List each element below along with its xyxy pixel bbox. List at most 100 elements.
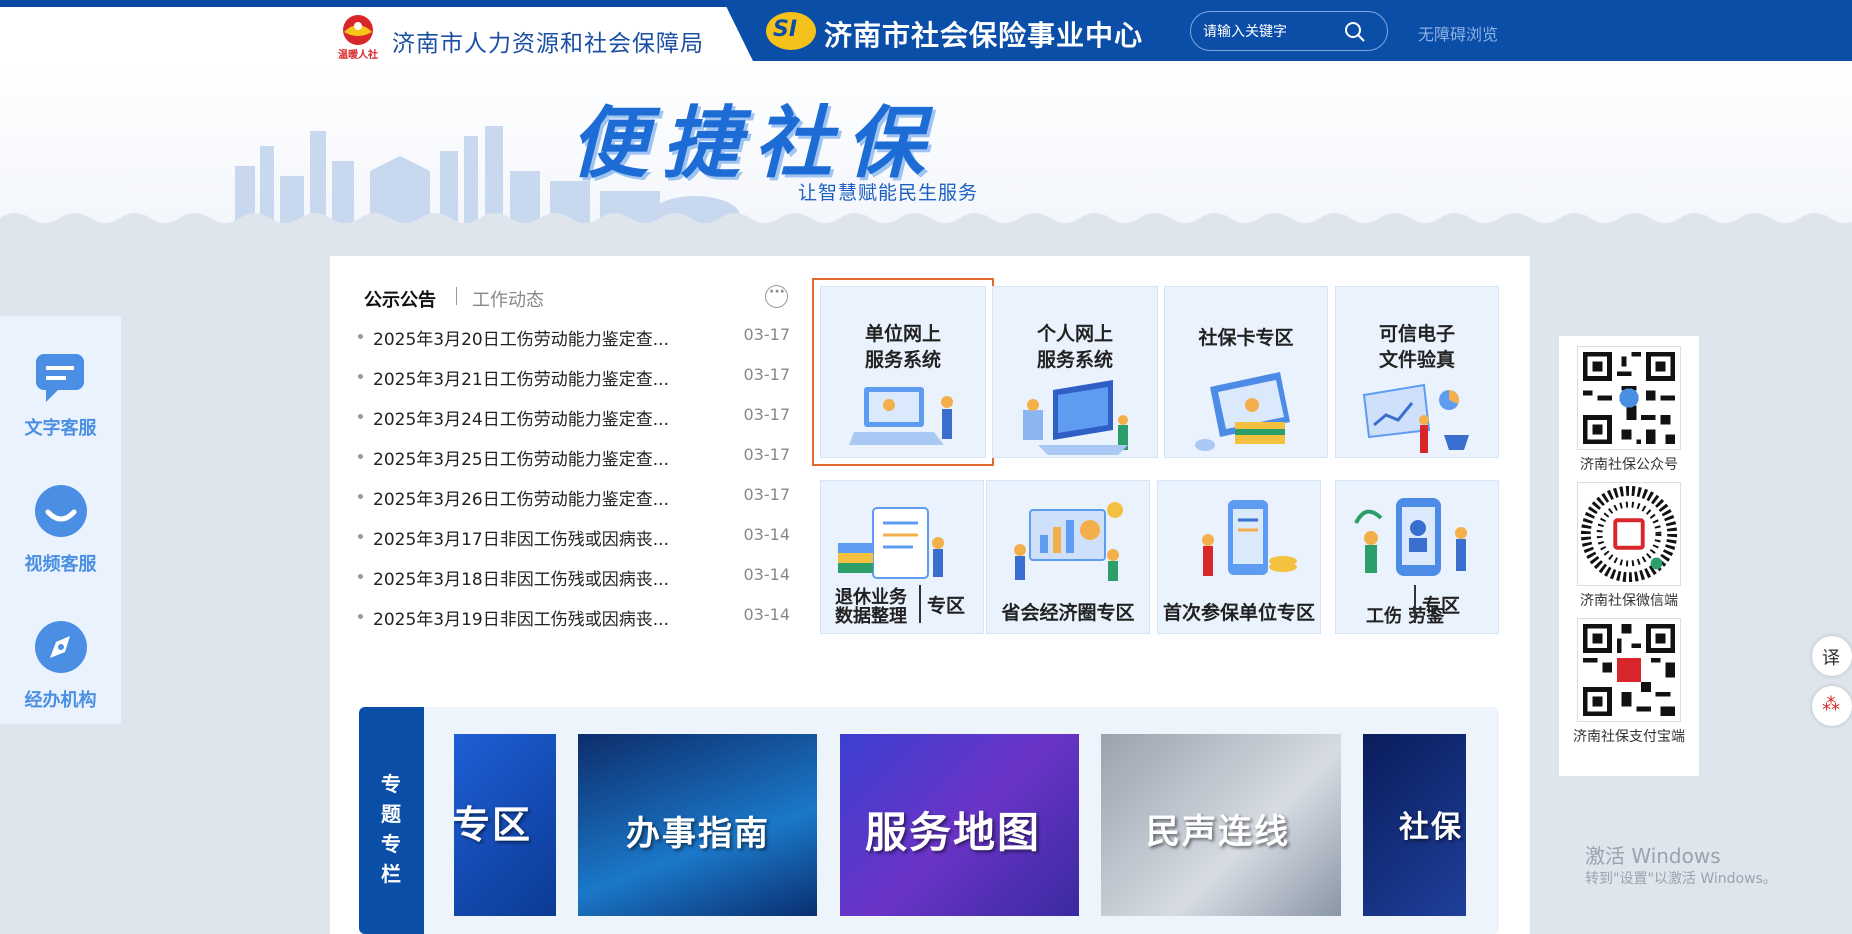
laptop-people-icon <box>849 387 953 445</box>
news-title: 2025年3月18日非因工伤残或因病丧... <box>373 570 669 590</box>
windows-activation-title: 激活 Windows <box>1585 844 1721 868</box>
text-service-label: 文字客服 <box>24 418 97 439</box>
topic-card-social[interactable]: 社保 <box>1363 734 1466 916</box>
right-qr-float: 济南社保公众号 济南社保微信端 济南社保支付宝端 <box>1559 336 1699 776</box>
logo-text: 温暖人社 <box>338 48 378 61</box>
news-title: 2025年3月25日工伤劳动能力鉴定查... <box>373 450 669 470</box>
phone-doctor-icon <box>1354 498 1467 576</box>
agencies-label: 经办机构 <box>24 690 97 711</box>
news-date: 03-17 <box>743 485 791 504</box>
news-date: 03-17 <box>743 325 791 344</box>
search-input[interactable] <box>1203 21 1343 43</box>
news-title: 2025年3月17日非因工伤残或因病丧... <box>373 530 669 550</box>
translate-icon: 译 <box>1822 648 1840 669</box>
dashboard-people-icon <box>1014 502 1123 581</box>
tile-label: 单位网上 服务系统 <box>864 323 941 371</box>
news-item[interactable]: 2025年3月20日工伤劳动能力鉴定查... 03-17 <box>358 322 790 362</box>
qr-label: 济南社保公众号 <box>1580 457 1678 473</box>
compass-icon <box>35 621 87 673</box>
translate-tool-button[interactable]: 译 <box>1812 636 1852 676</box>
banner-subtitle: 让智慧赋能民生服务 <box>798 182 979 204</box>
tile-provincial-economic-zone[interactable]: 省会经济圈专区 <box>986 480 1150 634</box>
search-icon[interactable] <box>1343 20 1367 44</box>
news-item[interactable]: 2025年3月21日工伤劳动能力鉴定查... 03-17 <box>358 362 790 402</box>
text-service-button[interactable]: 文字客服 <box>0 328 121 448</box>
topic-card-zone[interactable]: 专区 <box>454 734 556 916</box>
top-header: 温暖人社 济南市人力资源和社会保障局 SI 济南市社会保险事业中心 无障碍浏览 <box>0 0 1852 61</box>
news-date: 03-17 <box>743 365 791 384</box>
laptop-chart-icon <box>1362 383 1469 453</box>
news-date: 03-14 <box>743 565 791 584</box>
topic-label: 办事指南 <box>626 814 770 854</box>
qr-code-icon[interactable] <box>1577 346 1681 450</box>
tile-divider <box>919 585 921 623</box>
tile-first-insured-unit[interactable]: 首次参保单位专区 <box>1157 480 1321 634</box>
si-logo-icon: SI <box>766 12 816 50</box>
news-item[interactable]: 2025年3月24日工伤劳动能力鉴定查... 03-17 <box>358 402 790 442</box>
phone-coins-icon <box>1202 500 1297 576</box>
banner-title: 便捷社保 <box>570 98 939 189</box>
network-icon: ⁂ <box>1822 694 1840 715</box>
tile-label-left: 退休业务 数据整理 <box>835 587 907 627</box>
topic-card-service-map[interactable]: 服务地图 <box>840 734 1079 916</box>
tab-separator <box>456 287 457 305</box>
news-item[interactable]: 2025年3月19日非因工伤残或因病丧... 03-14 <box>358 602 790 642</box>
news-title: 2025年3月20日工伤劳动能力鉴定查... <box>373 330 669 350</box>
agencies-button[interactable]: 经办机构 <box>0 600 121 720</box>
news-title: 2025年3月24日工伤劳动能力鉴定查... <box>373 410 669 430</box>
topics-label: 专题专栏 <box>381 772 401 886</box>
tile-label: 个人网上 服务系统 <box>1036 323 1113 371</box>
topic-card-hotline[interactable]: 民声连线 <box>1101 734 1341 916</box>
tile-social-card[interactable]: 社保卡专区 <box>1164 286 1328 458</box>
qr-label: 济南社保支付宝端 <box>1573 729 1685 745</box>
news-list: 2025年3月20日工伤劳动能力鉴定查... 03-17 2025年3月21日工伤… <box>358 322 790 642</box>
video-chat-icon <box>35 485 87 537</box>
banner: 便捷社保 让智慧赋能民生服务 <box>0 61 1852 226</box>
tab-announcements[interactable]: 公示公告 <box>364 286 436 312</box>
tile-trusted-e-file[interactable]: 可信电子 文件验真 <box>1335 286 1499 458</box>
left-service-float: 文字客服 视频客服 经办机构 <box>0 316 121 724</box>
tile-work-injury-appraisal[interactable]: 工伤 劳鉴 专区 <box>1335 480 1499 634</box>
news-date: 03-14 <box>743 525 791 544</box>
topic-card-guide[interactable]: 办事指南 <box>578 734 817 916</box>
tile-label-right: 专区 <box>927 595 966 617</box>
qr-label: 济南社保微信端 <box>1580 593 1678 609</box>
wechat-mini-program-code-icon[interactable] <box>1577 482 1681 586</box>
news-item[interactable]: 2025年3月25日工伤劳动能力鉴定查... 03-17 <box>358 442 790 482</box>
card-reader-icon <box>1195 372 1290 451</box>
video-service-label: 视频客服 <box>24 554 97 575</box>
center-name: 济南市社会保险事业中心 <box>824 19 1144 52</box>
topic-label: 服务地图 <box>865 808 1042 857</box>
org-name: 济南市人力资源和社会保障局 <box>392 31 704 57</box>
tile-label: 社保卡专区 <box>1198 327 1294 349</box>
server-people-icon <box>1023 380 1128 455</box>
accessibility-link[interactable]: 无障碍浏览 <box>1418 21 1498 45</box>
news-title: 2025年3月21日工伤劳动能力鉴定查... <box>373 370 669 390</box>
documents-stack-icon <box>838 507 944 579</box>
tile-personal-online-service[interactable]: 个人网上 服务系统 <box>992 286 1158 458</box>
tile-label: 首次参保单位专区 <box>1162 602 1315 624</box>
topic-label: 专区 <box>454 803 533 847</box>
tile-retirement-data[interactable]: 退休业务 数据整理 专区 <box>820 480 984 634</box>
news-item[interactable]: 2025年3月26日工伤劳动能力鉴定查... 03-17 <box>358 482 790 522</box>
alipay-qr-code-icon[interactable] <box>1577 618 1681 722</box>
topic-label: 社保 <box>1399 810 1463 845</box>
windows-activation-subtitle: 转到"设置"以激活 Windows。 <box>1585 871 1777 887</box>
si-logo-text: SI <box>773 17 798 42</box>
more-news-button[interactable] <box>765 284 788 308</box>
topic-label: 民声连线 <box>1146 812 1290 852</box>
tile-label-right: 专区 <box>1422 595 1461 617</box>
news-date: 03-17 <box>743 405 791 424</box>
share-tool-button[interactable]: ⁂ <box>1812 686 1852 726</box>
chat-icon <box>36 354 84 402</box>
news-title: 2025年3月19日非因工伤残或因病丧... <box>373 610 669 630</box>
banner-wave-decoration <box>0 213 1852 226</box>
video-service-button[interactable]: 视频客服 <box>0 464 121 584</box>
news-item[interactable]: 2025年3月17日非因工伤残或因病丧... 03-14 <box>358 522 790 562</box>
tile-divider <box>1414 585 1416 623</box>
tile-unit-online-service[interactable]: 单位网上 服务系统 <box>812 278 994 466</box>
tab-work-news[interactable]: 工作动态 <box>472 286 544 312</box>
search-box <box>1190 11 1388 51</box>
topics-label-box: 专题专栏 <box>359 707 424 934</box>
news-item[interactable]: 2025年3月18日非因工伤残或因病丧... 03-14 <box>358 562 790 602</box>
